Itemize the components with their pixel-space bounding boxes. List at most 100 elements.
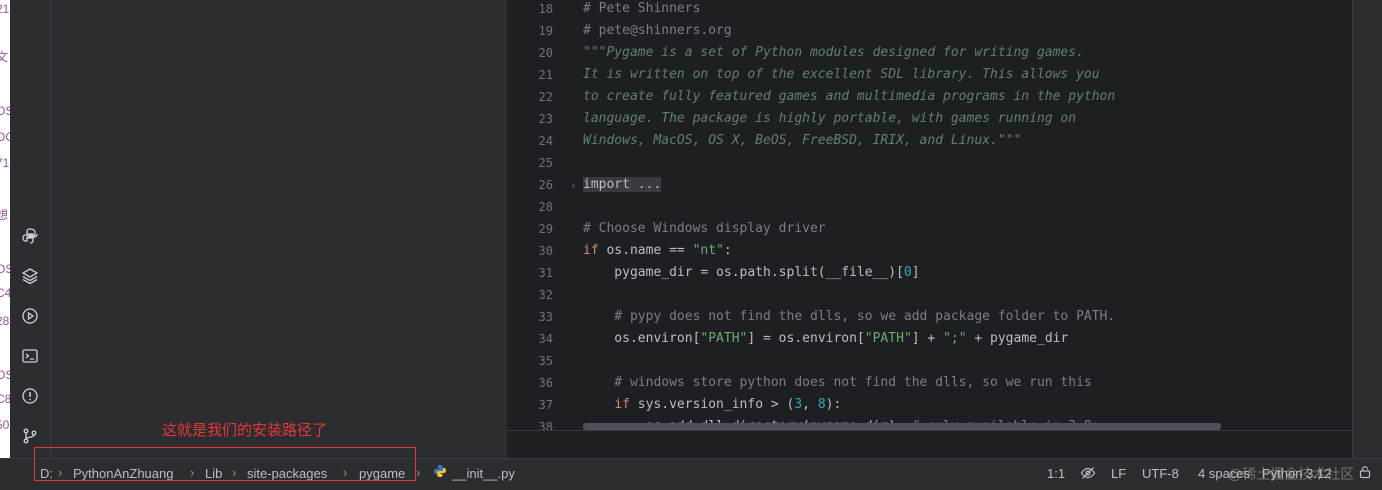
code-token: ] + bbox=[911, 331, 944, 346]
line-number[interactable]: 19 bbox=[513, 24, 553, 38]
code-token: os.environ[ bbox=[583, 331, 701, 346]
code-token: if bbox=[614, 397, 630, 412]
line-number[interactable]: 21 bbox=[513, 68, 553, 82]
background-glyph: 50 bbox=[0, 418, 10, 432]
line-number[interactable]: 32 bbox=[513, 288, 553, 302]
file-encoding[interactable]: UTF-8 bbox=[1142, 466, 1179, 481]
code-token: 8 bbox=[817, 397, 826, 412]
code-line[interactable]: # windows store python does not find the… bbox=[583, 375, 1092, 390]
code-line[interactable]: if os.name == "nt": bbox=[583, 243, 732, 258]
terminal-icon[interactable] bbox=[18, 344, 42, 368]
code-token: to create fully featured games and multi… bbox=[583, 89, 1116, 104]
line-number[interactable]: 33 bbox=[513, 310, 553, 324]
line-number[interactable]: 37 bbox=[513, 398, 553, 412]
background-glyph: 71 bbox=[0, 156, 10, 170]
annotation-text: 这就是我们的安装路径了 bbox=[162, 422, 328, 439]
code-token: # pypy does not find the dlls, so we add… bbox=[583, 309, 1116, 324]
code-token: : bbox=[723, 243, 732, 258]
line-number[interactable]: 31 bbox=[513, 266, 553, 280]
code-token: "PATH" bbox=[864, 331, 912, 346]
horizontal-scrollbar[interactable] bbox=[583, 423, 1221, 430]
line-number[interactable]: 36 bbox=[513, 376, 553, 390]
code-token: 3 bbox=[794, 397, 803, 412]
code-line[interactable]: """Pygame is a set of Python modules des… bbox=[583, 45, 1084, 60]
background-glyph: C8 bbox=[0, 392, 10, 406]
eye-off-icon[interactable] bbox=[1080, 465, 1096, 484]
fold-chevron-icon[interactable]: › bbox=[570, 179, 577, 192]
line-number[interactable]: 20 bbox=[513, 46, 553, 60]
lock-icon[interactable] bbox=[1358, 465, 1372, 482]
code-line[interactable]: # pypy does not find the dlls, so we add… bbox=[583, 309, 1115, 324]
code-token: if bbox=[583, 243, 599, 258]
code-token: + pygame_dir bbox=[966, 331, 1069, 346]
code-line[interactable]: # Pete Shinners bbox=[583, 1, 700, 16]
background-window-strip: 21 文 OS OC 71 想 OS C4 28 OS C8 50 bbox=[0, 0, 10, 489]
line-number[interactable]: 25 bbox=[513, 156, 553, 170]
line-number[interactable]: 30 bbox=[513, 244, 553, 258]
git-icon[interactable] bbox=[18, 424, 42, 448]
project-panel bbox=[51, 0, 507, 458]
folded-imports[interactable]: import ... bbox=[583, 177, 662, 192]
background-glyph: C4 bbox=[0, 286, 10, 300]
tool-window-strip bbox=[10, 0, 51, 458]
line-number[interactable]: 18 bbox=[513, 2, 553, 16]
code-token: "nt" bbox=[692, 243, 724, 258]
code-line[interactable]: if sys.version_info > (3, 8): bbox=[583, 397, 841, 412]
background-glyph: OC bbox=[0, 130, 10, 144]
code-token: sys.version_info > ( bbox=[629, 397, 795, 412]
code-editor[interactable]: 18 19 20 21 22 23 24 25 26 28 29 30 31 32 33 34 35 36 37 38… bbox=[507, 0, 1352, 430]
code-line[interactable]: Windows, MacOS, OS X, BeOS, FreeBSD, IRI… bbox=[583, 133, 1021, 148]
line-number[interactable]: 34 bbox=[513, 332, 553, 346]
watermark: @稀土掘金技术社区 bbox=[1228, 466, 1355, 482]
python-console-icon[interactable] bbox=[18, 224, 42, 248]
code-token: pygame_dir = os.path.split(__file__)[ bbox=[583, 265, 904, 280]
code-token: # Choose Windows display driver bbox=[583, 221, 826, 236]
code-line[interactable]: # pete@shinners.org bbox=[583, 23, 732, 38]
background-glyph: OS bbox=[0, 262, 10, 276]
code-token: """Pygame is a set of Python modules des… bbox=[583, 45, 1084, 60]
code-token: , bbox=[802, 397, 818, 412]
code-token: Windows, MacOS, OS X, BeOS, FreeBSD, IRI… bbox=[583, 133, 1022, 148]
run-services-icon[interactable] bbox=[18, 304, 42, 328]
background-glyph: 文 bbox=[0, 50, 9, 64]
line-number[interactable]: 23 bbox=[513, 112, 553, 126]
code-line[interactable]: # Choose Windows display driver bbox=[583, 221, 826, 236]
line-number-gutter: 18 19 20 21 22 23 24 25 26 28 29 30 31 32 33 34 35 36 37 38 bbox=[507, 0, 565, 430]
line-number[interactable]: 35 bbox=[513, 354, 553, 368]
code-line[interactable]: pygame_dir = os.path.split(__file__)[0] bbox=[583, 265, 920, 280]
code-token: ] = os.environ[ bbox=[747, 331, 865, 346]
line-separator[interactable]: LF bbox=[1111, 466, 1126, 481]
code-token: It is written on top of the excellent SD… bbox=[583, 67, 1100, 82]
problems-icon[interactable] bbox=[18, 384, 42, 408]
code-line[interactable]: It is written on top of the excellent SD… bbox=[583, 67, 1100, 82]
code-token: # pete@shinners.org bbox=[583, 23, 732, 38]
python-file-icon bbox=[433, 464, 447, 481]
layers-icon[interactable] bbox=[18, 264, 42, 288]
line-number[interactable]: 38 bbox=[513, 420, 553, 430]
code-token: language. The package is highly portable… bbox=[583, 111, 1077, 126]
background-glyph: 21 bbox=[0, 2, 10, 16]
breadcrumb-file[interactable]: __init__.py bbox=[452, 466, 515, 481]
code-line[interactable]: os.environ["PATH"] = os.environ["PATH"] … bbox=[583, 331, 1068, 346]
code-token: ): bbox=[825, 397, 842, 412]
background-glyph: OS bbox=[0, 104, 10, 118]
code-token: # windows store python does not find the… bbox=[583, 375, 1092, 390]
code-token: os.name == bbox=[598, 243, 693, 258]
background-glyph: 想 bbox=[0, 208, 9, 222]
code-token: # Pete Shinners bbox=[583, 1, 701, 16]
line-number[interactable]: 28 bbox=[513, 200, 553, 214]
code-line[interactable]: import ... bbox=[583, 177, 662, 192]
line-number[interactable]: 29 bbox=[513, 222, 553, 236]
right-tool-strip bbox=[1352, 0, 1382, 458]
background-glyph: OS bbox=[0, 368, 10, 382]
chevron-right-icon: › bbox=[416, 465, 421, 480]
code-line[interactable]: to create fully featured games and multi… bbox=[583, 89, 1115, 104]
annotation-highlight-box bbox=[34, 447, 416, 481]
code-line[interactable]: language. The package is highly portable… bbox=[583, 111, 1076, 126]
line-number[interactable]: 22 bbox=[513, 90, 553, 104]
caret-position[interactable]: 1:1 bbox=[1047, 466, 1065, 481]
line-number[interactable]: 26 bbox=[513, 178, 553, 192]
code-token: ] bbox=[911, 265, 920, 280]
line-number[interactable]: 24 bbox=[513, 134, 553, 148]
